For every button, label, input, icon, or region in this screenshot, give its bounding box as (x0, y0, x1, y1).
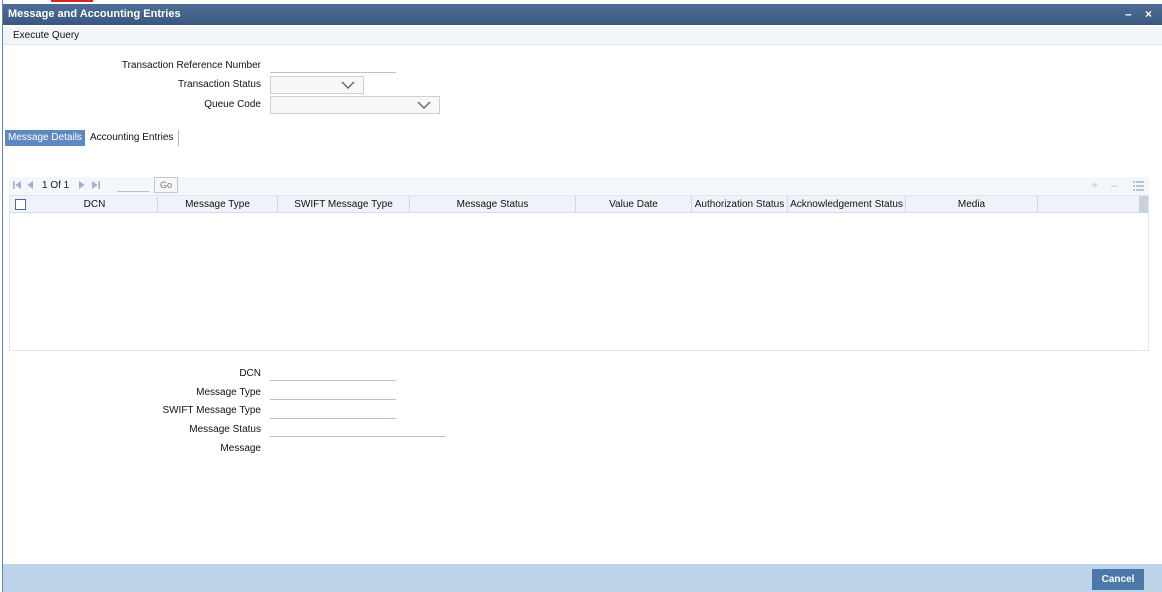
window-accent-mark (51, 0, 93, 2)
minimize-icon[interactable]: – (1125, 7, 1132, 21)
last-page-icon[interactable] (91, 180, 100, 190)
list-view-icon[interactable] (1133, 180, 1144, 191)
transaction-reference-input[interactable] (270, 57, 396, 73)
grid-toolbar: 1 Of 1 Go + – (9, 177, 1149, 195)
message-details-grid: DCN Message Type SWIFT Message Type Mess… (9, 195, 1149, 351)
message-status-label: Message Status (189, 424, 261, 435)
first-page-icon[interactable] (13, 180, 22, 190)
column-header-acknowledgement-status[interactable]: Acknowledgement Status (788, 196, 906, 213)
page-number-input[interactable] (117, 178, 149, 192)
execute-query-button[interactable]: Execute Query (13, 30, 79, 41)
swift-message-type-label: SWIFT Message Type (162, 405, 261, 416)
dcn-label: DCN (239, 368, 261, 379)
column-header-dcn[interactable]: DCN (32, 196, 158, 213)
column-header-authorization-status[interactable]: Authorization Status (692, 196, 788, 213)
tab-message-details[interactable]: Message Details (5, 130, 85, 146)
toolbar: Execute Query (3, 27, 1162, 45)
pagination-text: 1 Of 1 (42, 180, 70, 191)
column-header-message-type[interactable]: Message Type (158, 196, 278, 213)
column-header-media[interactable]: Media (906, 196, 1038, 213)
queue-code-label: Queue Code (204, 99, 261, 110)
dcn-input[interactable] (270, 365, 396, 381)
transaction-status-label: Transaction Status (177, 79, 261, 90)
column-header-message-status[interactable]: Message Status (410, 196, 576, 213)
window-title: Message and Accounting Entries (8, 8, 181, 20)
column-header-swift-message-type[interactable]: SWIFT Message Type (278, 196, 410, 213)
chevron-down-icon (417, 101, 431, 109)
grid-header: DCN Message Type SWIFT Message Type Mess… (10, 196, 1140, 213)
footer-bar: Cancel (3, 564, 1162, 592)
go-button[interactable]: Go (154, 177, 178, 193)
message-type-label: Message Type (196, 387, 261, 398)
transaction-status-select[interactable] (270, 76, 364, 94)
cancel-button[interactable]: Cancel (1092, 569, 1144, 590)
delete-row-icon[interactable]: – (1111, 178, 1118, 192)
select-all-checkbox[interactable] (15, 199, 26, 210)
message-accounting-window: Message and Accounting Entries – × Execu… (2, 0, 1162, 592)
grid-scrollbar[interactable] (1139, 196, 1148, 213)
close-icon[interactable]: × (1145, 7, 1152, 21)
message-label: Message (220, 443, 261, 454)
message-status-input[interactable] (270, 421, 446, 437)
column-header-value-date[interactable]: Value Date (576, 196, 692, 213)
chevron-down-icon (341, 81, 355, 89)
message-type-input[interactable] (270, 384, 396, 400)
transaction-reference-label: Transaction Reference Number (121, 60, 261, 71)
queue-code-select[interactable] (270, 96, 440, 114)
next-page-icon[interactable] (77, 180, 86, 190)
previous-page-icon[interactable] (26, 180, 35, 190)
title-bar: Message and Accounting Entries – × (3, 4, 1162, 25)
tab-accounting-entries[interactable]: Accounting Entries (87, 130, 179, 146)
swift-message-type-input[interactable] (270, 403, 396, 419)
add-row-icon[interactable]: + (1091, 178, 1098, 192)
